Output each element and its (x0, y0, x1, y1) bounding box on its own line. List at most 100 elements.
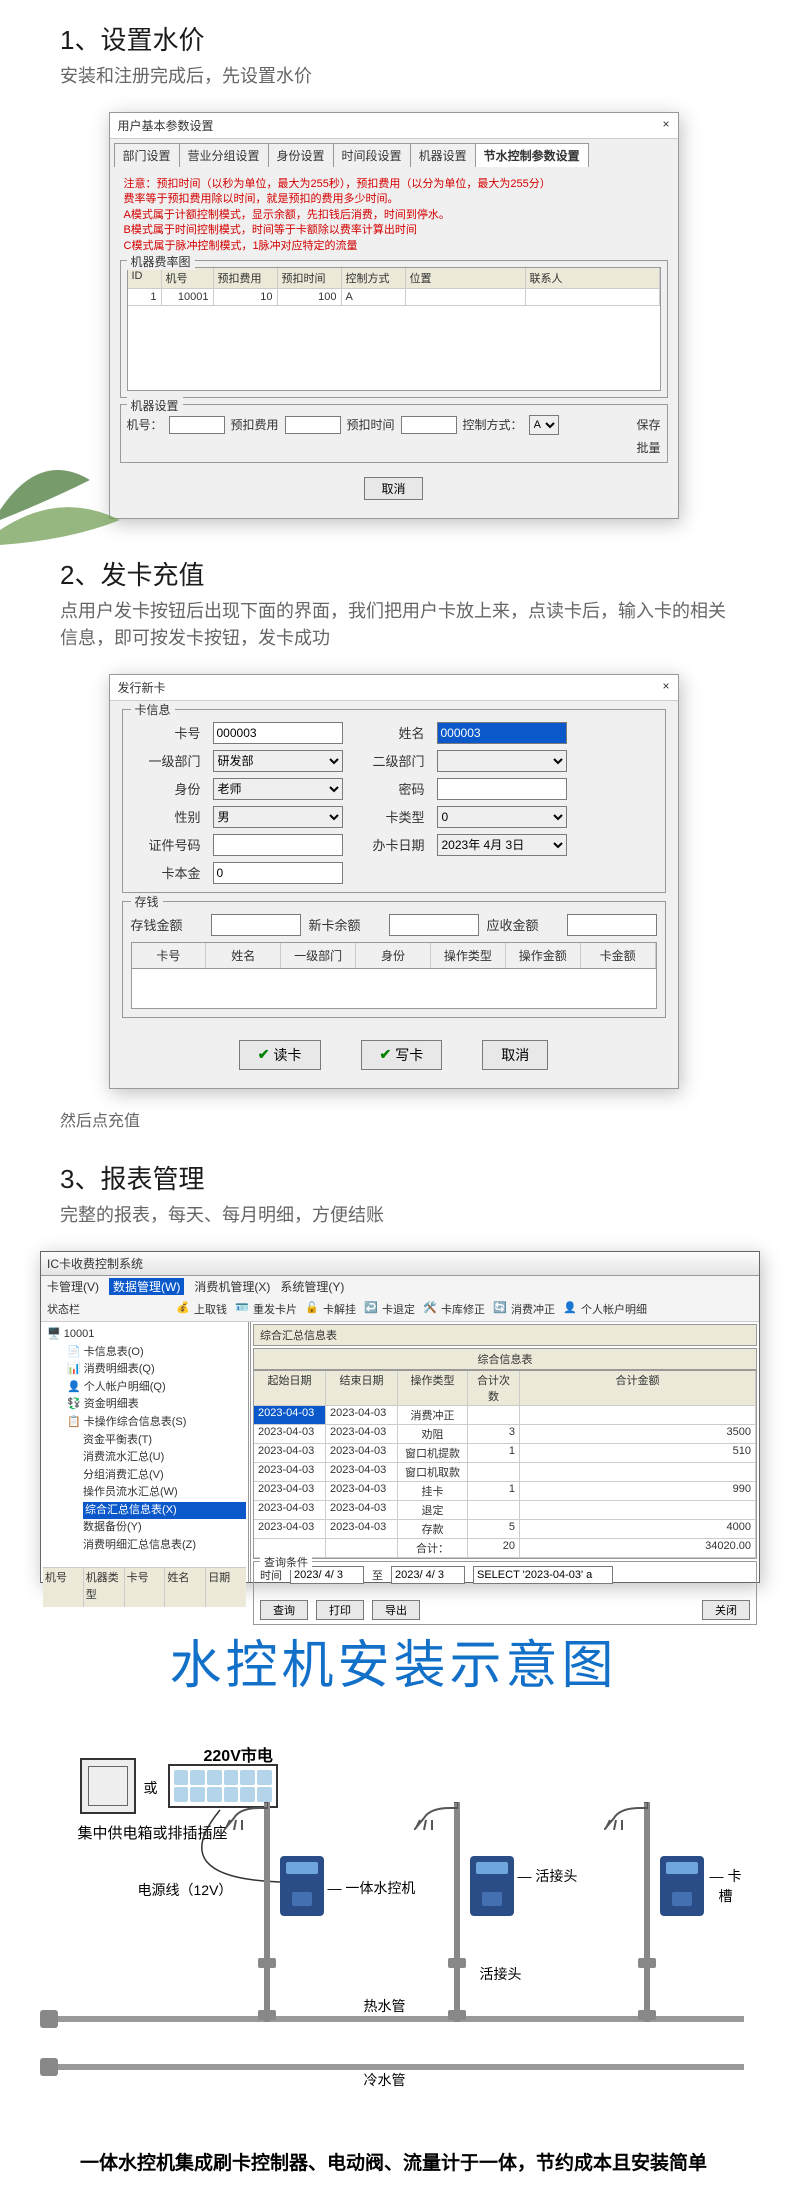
panel-subtitle: 综合信息表 (253, 1348, 757, 1370)
col-fee: 预扣费用 (214, 268, 278, 289)
bh: 机器类型 (84, 1568, 125, 1607)
btn-batch[interactable]: 批量 (127, 439, 661, 456)
sel-dept1[interactable]: 研发部 (213, 750, 343, 772)
in-sql[interactable] (473, 1566, 613, 1584)
in-time[interactable] (401, 416, 457, 434)
tb-withdraw[interactable]: 💰上取钱 (176, 1301, 227, 1317)
in-balance[interactable] (389, 914, 479, 936)
table-row[interactable]: 2023-04-032023-04-03窗口机取款 (254, 1463, 756, 1482)
machine-rate-group: 机器费率图 ID 机号 预扣费用 预扣时间 控制方式 位置 联系人 1 1000… (120, 260, 668, 398)
issue-card-dialog: 发行新卡 × 卡信息 卡号 姓名 一级部门 研发部 二级部门 身份 老师 密码 … (109, 674, 679, 1089)
tab-water[interactable]: 节水控制参数设置 (475, 143, 589, 167)
cell: 劝阻 (398, 1425, 468, 1444)
in-deposit[interactable] (211, 914, 301, 936)
table-row[interactable]: 2023-04-032023-04-03存款54000 (254, 1520, 756, 1539)
col-machine: 机号 (162, 268, 214, 289)
section1-desc: 安装和注册完成后，先设置水价 (60, 63, 727, 90)
close-icon[interactable]: × (662, 117, 669, 134)
cell: 2023-04-03 (326, 1501, 398, 1520)
tree-item[interactable]: 💱 资金明细表 (67, 1396, 246, 1414)
menu-card[interactable]: 卡管理(V) (47, 1278, 99, 1295)
tree-item[interactable]: 👤 个人帐户明细(Q) (67, 1379, 246, 1397)
col-time: 预扣时间 (278, 268, 342, 289)
in-name[interactable] (437, 722, 567, 744)
close-icon[interactable]: × (662, 679, 669, 696)
in-idno[interactable] (213, 834, 343, 856)
sel-date[interactable]: 2023年 4月 3日 (437, 834, 567, 856)
menu-data[interactable]: 数据管理(W) (109, 1278, 184, 1295)
tree-item[interactable]: 消费流水汇总(U) (83, 1449, 246, 1467)
tb-reverse[interactable]: 🔄消费冲正 (493, 1301, 555, 1317)
joint-icon (258, 1958, 276, 1968)
cell: 2023-04-03 (254, 1463, 326, 1482)
btn-save[interactable]: 保存 (636, 416, 660, 433)
cell (326, 1539, 398, 1558)
bh: 日期 (206, 1568, 246, 1607)
tab-group[interactable]: 营业分组设置 (179, 143, 269, 167)
tab-role[interactable]: 身份设置 (268, 143, 334, 167)
tree-item[interactable]: 消费明细汇总信息表(Z) (83, 1537, 246, 1555)
in-fee[interactable] (285, 416, 341, 434)
in-cardno[interactable] (213, 722, 343, 744)
in-due[interactable] (567, 914, 657, 936)
table-row[interactable]: 2023-04-032023-04-03消费冲正 (254, 1406, 756, 1425)
lbl-machine: 机号： (127, 416, 163, 433)
cell: 1 (468, 1444, 520, 1463)
th: 身份 (356, 943, 431, 968)
tree-item[interactable]: 📄 卡信息表(O) (67, 1344, 246, 1362)
export-button[interactable]: 导出 (372, 1600, 420, 1620)
in-to[interactable] (391, 1566, 465, 1584)
read-card-button[interactable]: ✔读卡 (239, 1040, 321, 1070)
tree-item[interactable]: 分组消费汇总(V) (83, 1467, 246, 1485)
table-row[interactable]: 2023-04-032023-04-03窗口机提款1510 (254, 1444, 756, 1463)
tree-item-selected[interactable]: 综合汇总信息表(X) (83, 1502, 246, 1520)
bh: 机号 (43, 1568, 84, 1607)
riser-pipe (454, 1802, 460, 2022)
toolbar: 状态栏 💰上取钱 🪪重发卡片 🔓卡解挂 ↩️卡退定 🛠️卡库修正 🔄消费冲正 👤… (41, 1297, 759, 1322)
tab-dept[interactable]: 部门设置 (114, 143, 180, 167)
tb-unlock[interactable]: 🔓卡解挂 (305, 1301, 356, 1317)
cell (526, 289, 660, 306)
cancel-button[interactable]: 取消 (482, 1040, 548, 1070)
tree-item[interactable]: 📋 卡操作综合信息表(S) (67, 1414, 246, 1432)
tab-period[interactable]: 时间段设置 (333, 143, 411, 167)
table-row[interactable]: 合计：2034020.00 (254, 1539, 756, 1558)
hot-label: 热水管 (364, 1996, 406, 2016)
tb-account[interactable]: 👤个人帐户明细 (563, 1301, 647, 1317)
table-row[interactable]: 2023-04-032023-04-03挂卡1990 (254, 1482, 756, 1501)
lbl-name: 姓名 (355, 723, 425, 742)
in-principal[interactable] (213, 862, 343, 884)
table-row[interactable]: 2023-04-032023-04-03退定 (254, 1501, 756, 1520)
tab-machine[interactable]: 机器设置 (410, 143, 476, 167)
write-card-button[interactable]: ✔写卡 (361, 1040, 443, 1070)
tb-refund[interactable]: ↩️卡退定 (364, 1301, 415, 1317)
sel-dept2[interactable] (437, 750, 567, 772)
card-icon: 🪪 (235, 1301, 251, 1317)
tree-item[interactable]: 资金平衡表(T) (83, 1432, 246, 1450)
sel-role[interactable]: 老师 (213, 778, 343, 800)
tree-root[interactable]: 🖥️ 10001 (47, 1326, 246, 1344)
pipe-cap-icon (40, 2010, 58, 2028)
table-row[interactable]: 2023-04-032023-04-03劝阻33500 (254, 1425, 756, 1444)
sel-cardtype[interactable]: 0 (437, 806, 567, 828)
print-button[interactable]: 打印 (316, 1600, 364, 1620)
cancel-button[interactable]: 取消 (364, 477, 422, 500)
in-machine[interactable] (169, 416, 225, 434)
lbl-due: 应收金额 (487, 915, 559, 934)
rh: 结束日期 (326, 1371, 398, 1406)
sel-sex[interactable]: 男 (213, 806, 343, 828)
joint-icon (258, 2010, 276, 2020)
tree-item[interactable]: 操作员流水汇总(W) (83, 1484, 246, 1502)
tb-reissue[interactable]: 🪪重发卡片 (235, 1301, 297, 1317)
cell: 2023-04-03 (326, 1425, 398, 1444)
menu-system[interactable]: 系统管理(Y) (280, 1278, 344, 1295)
close-button[interactable]: 关闭 (702, 1600, 750, 1620)
menu-machine[interactable]: 消费机管理(X) (194, 1278, 270, 1295)
sel-mode[interactable]: A (529, 415, 559, 435)
tree-item[interactable]: 数据备份(Y) (83, 1519, 246, 1537)
query-button[interactable]: 查询 (260, 1600, 308, 1620)
tree-item[interactable]: 📊 消费明细表(Q) (67, 1361, 246, 1379)
tb-fix[interactable]: 🛠️卡库修正 (423, 1301, 485, 1317)
lbl-role: 身份 (131, 779, 201, 798)
in-pwd[interactable] (437, 778, 567, 800)
